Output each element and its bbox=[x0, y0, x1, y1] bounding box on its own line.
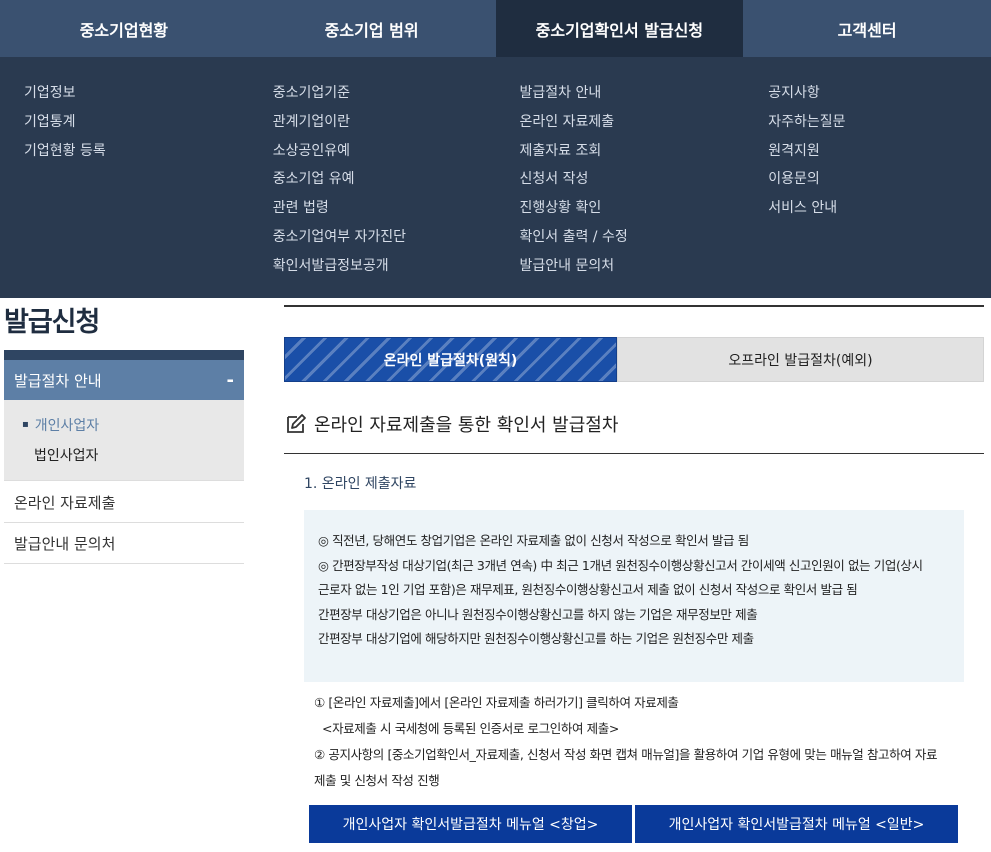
mega-link[interactable]: 공지사항 bbox=[768, 83, 991, 112]
mega-link[interactable]: 중소기업여부 자가진단 bbox=[273, 227, 496, 256]
mega-link[interactable]: 확인서발급정보공개 bbox=[273, 256, 496, 285]
mega-link[interactable]: 온라인 자료제출 bbox=[520, 112, 744, 141]
sidebar-item-inquiry[interactable]: 발급안내 문의처 bbox=[4, 523, 244, 564]
mega-link[interactable]: 원격지원 bbox=[768, 141, 991, 170]
nav-customer-center[interactable]: 고객센터 bbox=[743, 0, 991, 57]
mega-col-certificate: 발급절차 안내 온라인 자료제출 제출자료 조회 신청서 작성 진행상황 확인 … bbox=[496, 57, 744, 298]
mega-link[interactable]: 발급절차 안내 bbox=[520, 83, 744, 112]
nav-sme-range[interactable]: 중소기업 범위 bbox=[248, 0, 496, 57]
mega-col-sme-status: 기업정보 기업통계 기업현황 등록 bbox=[0, 57, 248, 298]
mega-link[interactable]: 자주하는질문 bbox=[768, 112, 991, 141]
mega-link[interactable]: 이용문의 bbox=[768, 169, 991, 198]
sidebar-item-issue-procedure[interactable]: 발급절차 안내 - bbox=[4, 360, 244, 400]
sidebar-submenu: 개인사업자 법인사업자 bbox=[4, 400, 244, 481]
mega-link[interactable]: 신청서 작성 bbox=[520, 169, 744, 198]
section-title: 온라인 자료제출을 통한 확인서 발급절차 bbox=[284, 410, 618, 438]
mega-link[interactable]: 관계기업이란 bbox=[273, 112, 496, 141]
content-top-divider bbox=[284, 305, 984, 307]
section-divider bbox=[284, 453, 984, 454]
mega-menu: 기업정보 기업통계 기업현황 등록 중소기업기준 관계기업이란 소상공인유예 중… bbox=[0, 57, 991, 298]
manual-general-button[interactable]: 개인사업자 확인서발급절차 메뉴얼 <일반> bbox=[635, 805, 958, 843]
mega-link[interactable]: 기업통계 bbox=[24, 112, 248, 141]
sidebar-sub-corporate[interactable]: 법인사업자 bbox=[22, 444, 244, 474]
mega-link[interactable]: 발급안내 문의처 bbox=[520, 256, 744, 285]
sidebar-sub-individual[interactable]: 개인사업자 bbox=[22, 414, 244, 444]
info-line: 근로자 없는 1인 기업 포함)은 재무제표, 원천징수이행상황신고서 제출 없… bbox=[318, 582, 858, 597]
info-line: 간편장부 대상기업은 아니나 원천징수이행상황신고를 하지 않는 기업은 재무정… bbox=[318, 606, 758, 622]
info-line: ◎ 간편장부작성 대상기업(최근 3개년 연속) 中 최근 1개년 원천징수이행… bbox=[318, 557, 923, 573]
procedure-steps: ① [온라인 자료제출]에서 [온라인 자료제출 하러가기] 클릭하여 자료제출… bbox=[314, 692, 974, 796]
mega-link[interactable]: 기업정보 bbox=[24, 83, 248, 112]
mega-link[interactable]: 진행상황 확인 bbox=[520, 198, 744, 227]
manual-startup-button[interactable]: 개인사업자 확인서발급절차 메뉴얼 <창업> bbox=[309, 805, 632, 843]
info-line: ◎ 직전년, 당해연도 창업기업은 온라인 자료제출 없이 신청서 작성으로 확… bbox=[318, 533, 749, 548]
nav-certificate-apply[interactable]: 중소기업확인서 발급신청 bbox=[495, 0, 744, 57]
page-title: 발급신청 bbox=[4, 307, 100, 338]
mega-link[interactable]: 확인서 출력 / 수정 bbox=[520, 227, 744, 256]
section-title-text: 온라인 자료제출을 통한 확인서 발급절차 bbox=[314, 415, 619, 436]
step-line: <자료제출 시 국세청에 등록된 인증서로 로그인하여 제출> bbox=[322, 721, 619, 736]
sidebar-item-label: 발급절차 안내 bbox=[14, 371, 102, 390]
mega-col-customer: 공지사항 자주하는질문 원격지원 이용문의 서비스 안내 bbox=[743, 57, 991, 298]
info-box: ◎ 직전년, 당해연도 창업기업은 온라인 자료제출 없이 신청서 작성으로 확… bbox=[304, 510, 964, 682]
mega-link[interactable]: 제출자료 조회 bbox=[520, 141, 744, 170]
step-line: 제출 및 신청서 작성 진행 bbox=[314, 773, 440, 788]
tab-online[interactable]: 온라인 발급절차(원칙) bbox=[284, 337, 617, 382]
mega-link[interactable]: 서비스 안내 bbox=[768, 198, 991, 227]
info-line: 간편장부 대상기업에 해당하지만 원천징수이행상황신고를 하는 기업은 원천징수… bbox=[318, 631, 754, 646]
mega-link[interactable]: 소상공인유예 bbox=[273, 141, 496, 170]
sub-heading: 1. 온라인 제출자료 bbox=[304, 476, 417, 492]
step-line: ② 공지사항의 [중소기업확인서_자료제출, 신청서 작성 화면 캡쳐 매뉴얼]… bbox=[314, 747, 938, 762]
sidebar-item-online-submit[interactable]: 온라인 자료제출 bbox=[4, 482, 244, 523]
nav-sme-status[interactable]: 중소기업현황 bbox=[0, 0, 248, 57]
mega-link[interactable]: 관련 법령 bbox=[273, 198, 496, 227]
sidebar-top-bar bbox=[4, 350, 244, 360]
mega-col-sme-range: 중소기업기준 관계기업이란 소상공인유예 중소기업 유예 관련 법령 중소기업여… bbox=[248, 57, 496, 298]
collapse-icon[interactable]: - bbox=[227, 370, 234, 391]
step-line: ① [온라인 자료제출]에서 [온라인 자료제출 하러가기] 클릭하여 자료제출 bbox=[314, 695, 679, 710]
tab-offline[interactable]: 오프라인 발급절차(예외) bbox=[617, 337, 984, 382]
mega-link[interactable]: 기업현황 등록 bbox=[24, 141, 248, 170]
edit-icon bbox=[287, 414, 306, 433]
top-navigation: 중소기업현황 중소기업 범위 중소기업확인서 발급신청 고객센터 bbox=[0, 0, 991, 57]
mega-link[interactable]: 중소기업기준 bbox=[273, 83, 496, 112]
mega-link[interactable]: 중소기업 유예 bbox=[273, 169, 496, 198]
procedure-tabs: 온라인 발급절차(원칙) 오프라인 발급절차(예외) bbox=[284, 337, 984, 382]
